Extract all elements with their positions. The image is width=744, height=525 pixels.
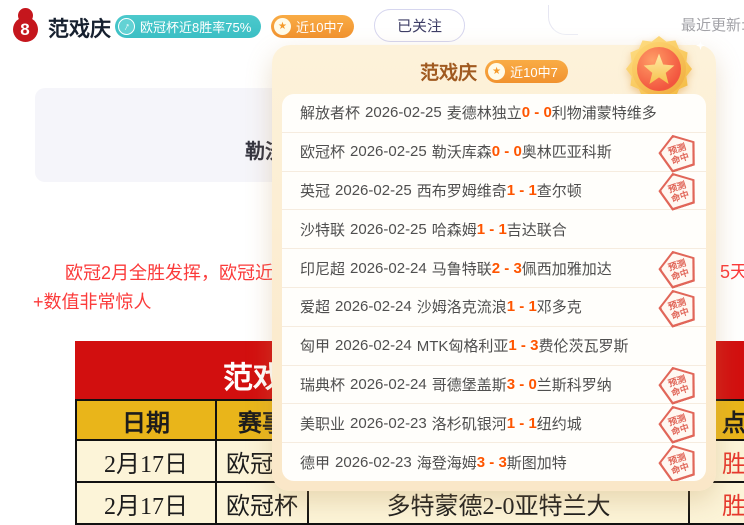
record-away-team: 纽约城 (537, 413, 582, 434)
record-date: 2026-02-23 (335, 454, 412, 471)
record-score: 1 - 1 (507, 182, 537, 199)
record-row[interactable]: 瑞典杯 2026-02-24 哥德堡盖斯 3 - 0 兰斯科罗纳 预测命中 (282, 366, 706, 405)
star-icon: ★ (488, 63, 505, 80)
record-away-team: 查尔顿 (537, 180, 582, 201)
record-away-team: 奥林匹亚科斯 (522, 141, 612, 162)
prediction-hit-stamp: 预测命中 (654, 439, 701, 481)
record-score: 1 - 1 (507, 415, 537, 432)
record-league: 解放者杯 (300, 102, 360, 123)
record-score: 1 - 1 (477, 221, 507, 238)
record-score: 0 - 0 (522, 104, 552, 121)
record-away-team: 斯图加特 (507, 452, 567, 473)
record-date: 2026-02-25 (335, 182, 412, 199)
record-away-team: 兰斯科罗纳 (537, 374, 612, 395)
prediction-hit-stamp: 预测命中 (654, 400, 701, 446)
header-date: 日期 (77, 401, 217, 439)
record-league: 爱超 (300, 296, 330, 317)
record-date: 2026-02-23 (350, 415, 427, 432)
record-home-team: 马鲁特联 (432, 258, 492, 279)
record-row[interactable]: 印尼超 2026-02-24 马鲁特联 2 - 3 佩西加雅加达 预测命中 (282, 249, 706, 288)
record-away-team: 利物浦蒙特维多 (552, 102, 657, 123)
record-row[interactable]: 匈甲 2026-02-24 MTK匈格利亚 1 - 3 费伦茨瓦罗斯 (282, 327, 706, 366)
record-away-team: 邓多克 (537, 296, 582, 317)
record-league: 匈甲 (300, 335, 330, 356)
popup-title: 范戏庆 (420, 58, 477, 85)
record-score: 0 - 0 (492, 143, 522, 160)
record-score: 2 - 3 (492, 260, 522, 277)
record-league: 美职业 (300, 413, 345, 434)
record-league: 欧冠杯 (300, 141, 345, 162)
record-home-team: 沙姆洛克流浪 (417, 296, 507, 317)
red-note-line1-fragment: 5天 (720, 258, 744, 284)
record-row[interactable]: 沙特联 2026-02-25 哈森姆 1 - 1 吉达联合 (282, 210, 706, 249)
popup-streak-badge-label: 近10中7 (510, 62, 558, 81)
popup-streak-badge: ★ 近10中7 (485, 60, 568, 83)
record-score: 3 - 3 (477, 454, 507, 471)
record-league: 德甲 (300, 452, 330, 473)
record-row[interactable]: 爱超 2026-02-24 沙姆洛克流浪 1 - 1 邓多克 预测命中 (282, 288, 706, 327)
tipster-record-popup: 范戏庆 ★ 近10中7 解放者杯 2026-02-25 麦德林独立 0 - 0 … (272, 45, 716, 491)
streak-badge: ★ 近10中7 (271, 15, 354, 38)
record-score: 1 - 1 (507, 298, 537, 315)
gold-medal-icon (626, 36, 692, 102)
record-home-team: 洛杉矶银河 (432, 413, 507, 434)
prediction-hit-stamp: 预测命中 (654, 245, 701, 291)
red-note-line1: 欧冠2月全胜发挥，欧冠近 (65, 259, 273, 285)
record-date: 2026-02-24 (335, 298, 412, 315)
record-list: 解放者杯 2026-02-25 麦德林独立 0 - 0 利物浦蒙特维多 欧冠杯 … (282, 94, 706, 481)
prediction-hit-stamp: 预测命中 (654, 361, 701, 407)
record-row[interactable]: 解放者杯 2026-02-25 麦德林独立 0 - 0 利物浦蒙特维多 (282, 94, 706, 133)
streak-badge-label: 近10中7 (296, 17, 344, 36)
red-note-line2: +数值非常惊人 (33, 288, 152, 314)
record-league: 英冠 (300, 180, 330, 201)
followed-button[interactable]: 已关注 (374, 9, 465, 42)
arrow-up-icon: ↑ (118, 18, 135, 35)
win-rate-badge: ↑ 欧冠杯近8胜率75% (115, 15, 261, 38)
record-date: 2026-02-25 (365, 104, 442, 121)
tipster-name: 范戏庆 (48, 13, 111, 43)
record-home-team: 勒沃库森 (432, 141, 492, 162)
record-row[interactable]: 欧冠杯 2026-02-25 勒沃库森 0 - 0 奥林匹亚科斯 预测命中 (282, 133, 706, 172)
record-score: 3 - 0 (507, 376, 537, 393)
logo-text: 8 (10, 20, 40, 40)
record-league: 印尼超 (300, 258, 345, 279)
record-league: 瑞典杯 (300, 374, 345, 395)
record-away-team: 费伦茨瓦罗斯 (538, 335, 628, 356)
record-date: 2026-02-24 (350, 260, 427, 277)
record-row[interactable]: 德甲 2026-02-23 海登海姆 3 - 3 斯图加特 预测命中 (282, 443, 706, 481)
record-home-team: 海登海姆 (417, 452, 477, 473)
record-home-team: 哥德堡盖斯 (432, 374, 507, 395)
star-icon: ★ (274, 18, 291, 35)
record-row[interactable]: 美职业 2026-02-23 洛杉矶银河 1 - 1 纽约城 预测命中 (282, 404, 706, 443)
site-logo-icon: 8 (10, 8, 40, 42)
record-row[interactable]: 英冠 2026-02-25 西布罗姆维奇 1 - 1 查尔顿 预测命中 (282, 172, 706, 211)
record-date: 2026-02-25 (350, 221, 427, 238)
record-home-team: 哈森姆 (432, 219, 477, 240)
record-away-team: 吉达联合 (507, 219, 567, 240)
record-away-team: 佩西加雅加达 (522, 258, 612, 279)
prediction-hit-stamp: 预测命中 (654, 284, 701, 330)
prediction-hit-stamp: 预测命中 (654, 129, 701, 175)
win-rate-badge-label: 欧冠杯近8胜率75% (140, 17, 251, 36)
record-score: 1 - 3 (508, 337, 538, 354)
record-home-team: 西布罗姆维奇 (417, 180, 507, 201)
prediction-hit-stamp: 预测命中 (654, 167, 701, 213)
record-date: 2026-02-24 (350, 376, 427, 393)
record-date: 2026-02-25 (350, 143, 427, 160)
last-update-label: 最近更新: (681, 14, 744, 35)
record-league: 沙特联 (300, 219, 345, 240)
record-home-team: 麦德林独立 (447, 102, 522, 123)
record-home-team: MTK匈格利亚 (417, 335, 509, 356)
record-date: 2026-02-24 (335, 337, 412, 354)
